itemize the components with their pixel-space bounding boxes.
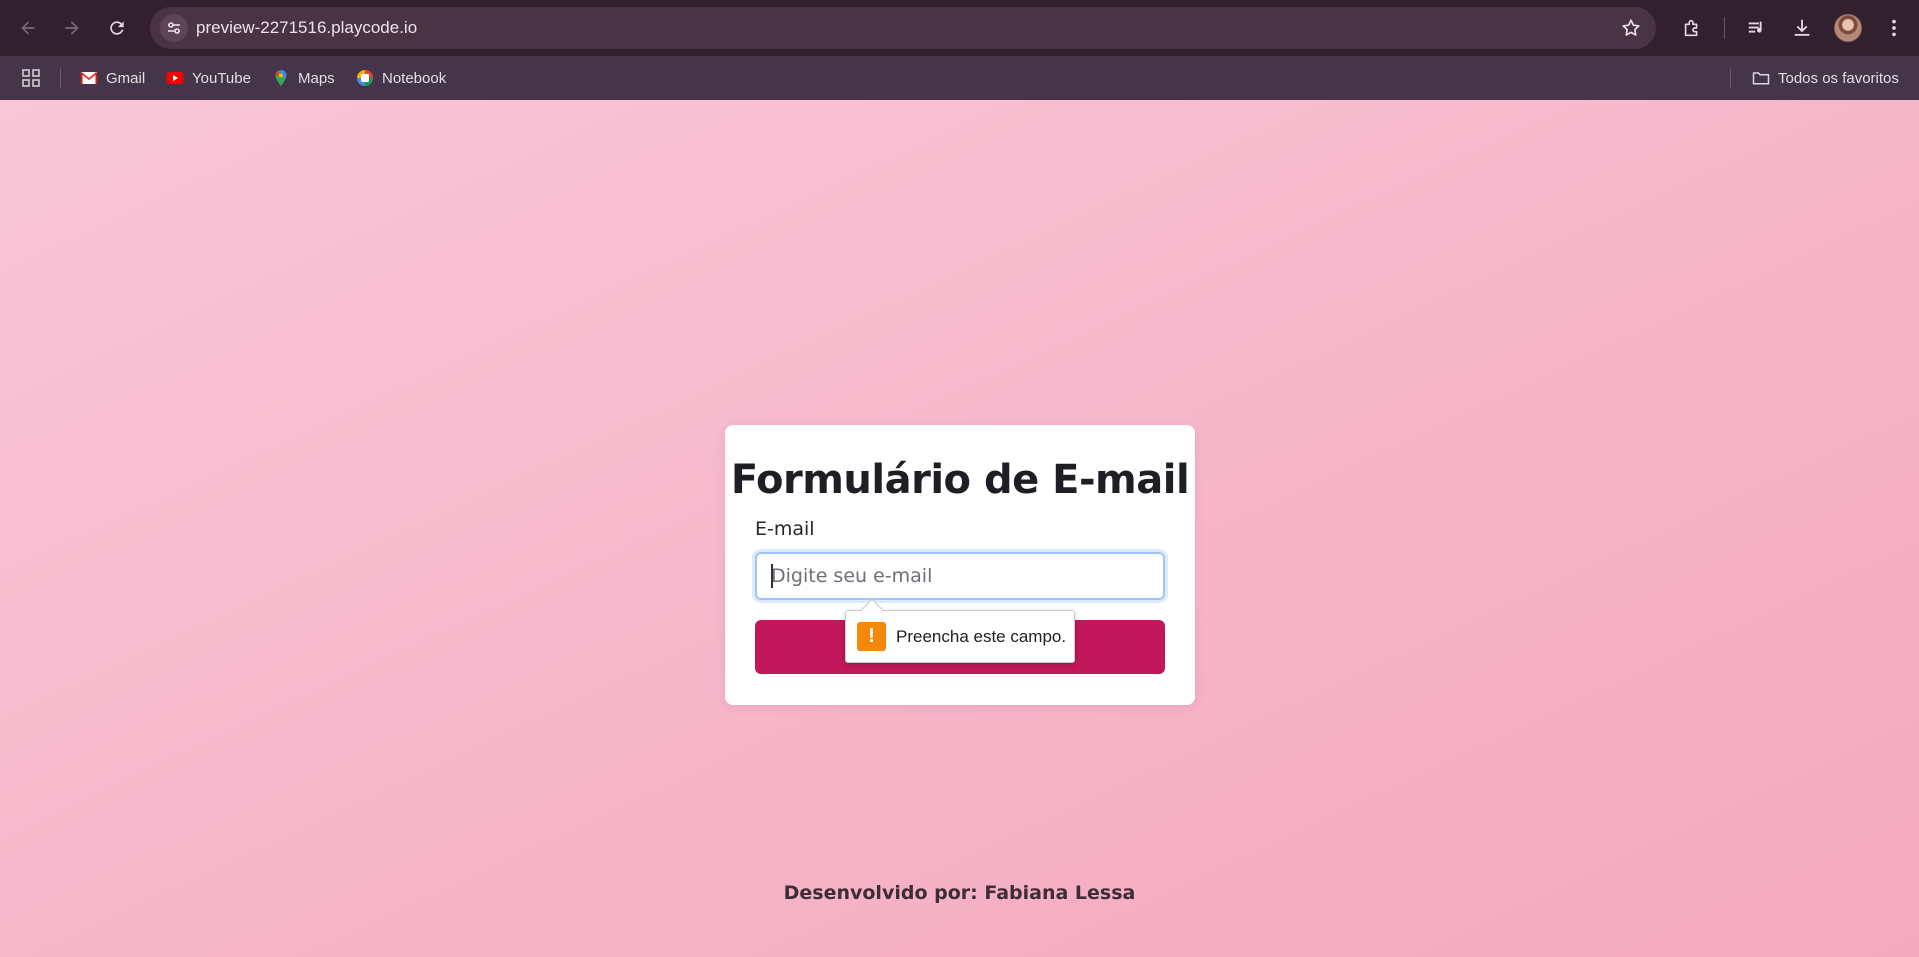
arrow-right-icon bbox=[65, 21, 79, 35]
bookmark-youtube[interactable]: YouTube bbox=[166, 66, 251, 90]
bookmark-label: Notebook bbox=[382, 69, 447, 87]
toolbar-separator bbox=[1724, 17, 1725, 39]
url-text[interactable]: preview-2271516.playcode.io bbox=[196, 18, 417, 38]
email-label: E-mail bbox=[755, 518, 815, 540]
reload-icon bbox=[110, 21, 124, 35]
profile-avatar[interactable] bbox=[1834, 14, 1862, 42]
site-info-button[interactable] bbox=[160, 14, 188, 42]
bookmark-label: Maps bbox=[298, 69, 335, 87]
star-icon[interactable] bbox=[1620, 17, 1642, 39]
maps-icon bbox=[275, 70, 287, 86]
downloads-button[interactable] bbox=[1787, 13, 1817, 43]
apps-button[interactable] bbox=[22, 66, 40, 90]
browser-toolbar: preview-2271516.playcode.io bbox=[0, 0, 1919, 56]
bookmark-maps[interactable]: Maps bbox=[272, 66, 335, 90]
extensions-button[interactable] bbox=[1677, 13, 1707, 43]
text-cursor bbox=[771, 564, 773, 588]
validation-tooltip: ! Preencha este campo. bbox=[845, 598, 1075, 663]
address-bar[interactable]: preview-2271516.playcode.io bbox=[150, 7, 1656, 49]
playlist-icon bbox=[1748, 21, 1762, 33]
tune-icon bbox=[168, 22, 180, 34]
notebook-icon bbox=[357, 70, 373, 86]
folder-icon bbox=[1752, 72, 1770, 85]
apps-grid-icon bbox=[22, 69, 40, 87]
bookmarks-bar: Gmail YouTube Maps Notebook Todos os fav… bbox=[0, 56, 1919, 100]
warning-icon: ! bbox=[857, 622, 886, 651]
youtube-icon bbox=[166, 72, 184, 84]
forward-button[interactable] bbox=[54, 10, 90, 46]
media-button[interactable] bbox=[1742, 13, 1772, 43]
reload-button[interactable] bbox=[99, 10, 135, 46]
arrow-left-icon bbox=[21, 21, 35, 35]
browser-menu-button[interactable] bbox=[1879, 13, 1909, 43]
download-icon bbox=[1794, 19, 1810, 36]
all-bookmarks-label: Todos os favoritos bbox=[1778, 69, 1899, 87]
footer-credit: Desenvolvido por: Fabiana Lessa bbox=[783, 882, 1136, 904]
bookmark-label: YouTube bbox=[192, 69, 251, 87]
gmail-icon bbox=[80, 72, 98, 84]
bookmark-label: Gmail bbox=[106, 69, 146, 87]
puzzle-icon bbox=[1684, 19, 1698, 37]
bookmarks-separator bbox=[1730, 68, 1731, 88]
email-form-card: Formulário de E-mail E-mail bbox=[725, 425, 1195, 705]
page-content: Formulário de E-mail E-mail bbox=[0, 100, 1919, 957]
bookmarks-separator bbox=[60, 68, 61, 88]
bookmark-notebook[interactable]: Notebook bbox=[356, 66, 446, 90]
kebab-menu-icon bbox=[1892, 19, 1896, 37]
all-bookmarks-button[interactable]: Todos os favoritos bbox=[1752, 66, 1899, 90]
validation-message: Preencha este campo. bbox=[896, 627, 1067, 646]
back-button[interactable] bbox=[10, 10, 46, 46]
bookmark-gmail[interactable]: Gmail bbox=[80, 66, 145, 90]
form-title: Formulário de E-mail bbox=[730, 457, 1190, 503]
email-input[interactable] bbox=[755, 552, 1165, 600]
